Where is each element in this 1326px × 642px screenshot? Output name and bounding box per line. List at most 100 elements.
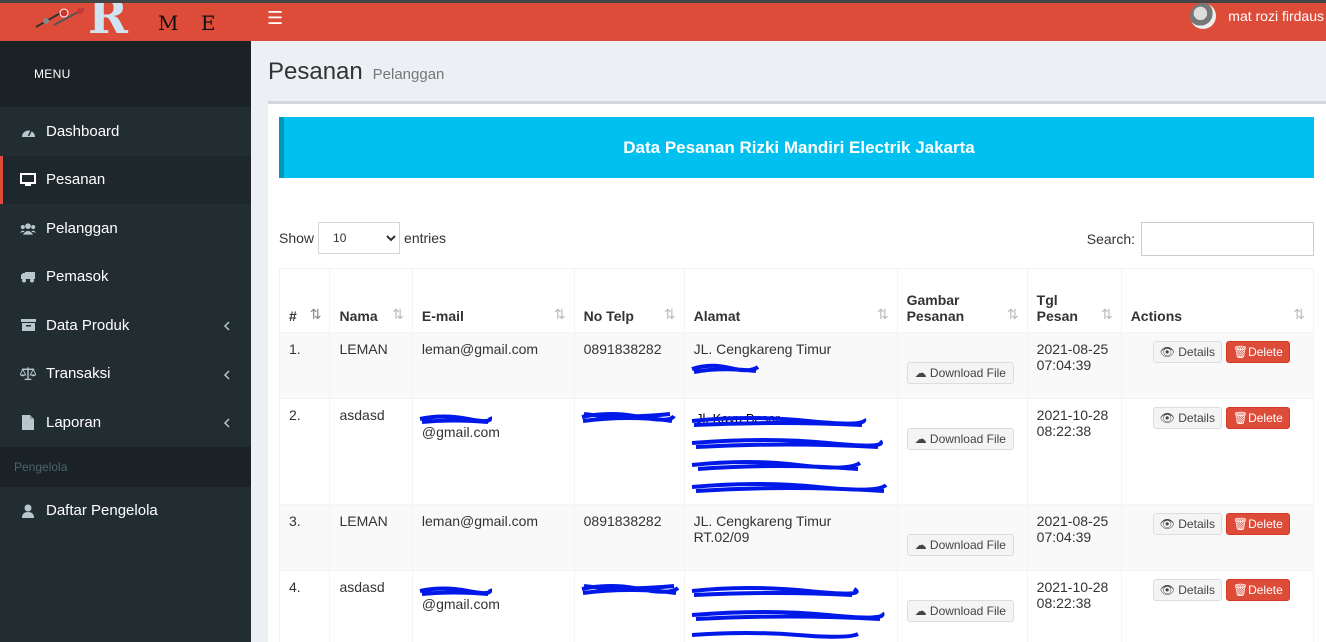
hamburger-icon[interactable]: ☰ bbox=[267, 8, 283, 29]
cell-email: leman@gmail.com bbox=[411, 504, 575, 571]
column-header-email[interactable]: E-mail ⇅ bbox=[411, 268, 575, 333]
column-label: Nama bbox=[339, 308, 378, 324]
column-header-gambar-pesanan[interactable]: Gambar Pesanan ⇅ bbox=[896, 268, 1028, 333]
cloud-download-icon: ☁ bbox=[914, 604, 927, 618]
download-file-button[interactable]: ☁ Download File bbox=[906, 600, 1014, 622]
sidebar-item-label: Pesanan bbox=[46, 171, 106, 189]
table-header-row: # ⇅ Nama ⇅ E-mail ⇅ No Telp ⇅ Alamat ⇅ Gambar… bbox=[278, 268, 1315, 333]
trash-icon: 🗑 bbox=[1232, 517, 1249, 531]
column-header-no[interactable]: # ⇅ bbox=[278, 268, 331, 333]
cell-no: 4. bbox=[278, 570, 331, 642]
cell-nama: asdasd bbox=[329, 398, 413, 505]
trash-icon: 🗑 bbox=[1232, 583, 1249, 597]
cell-actions: 👁 Details 🗑Delete bbox=[1120, 504, 1315, 571]
alamat-line: JL. Cengkareng Timur bbox=[693, 513, 832, 529]
cell-email: @gmail.com bbox=[411, 398, 575, 505]
column-header-tgl-pesan[interactable]: Tgl Pesan ⇅ bbox=[1026, 268, 1122, 333]
eye-icon: 👁 bbox=[1159, 411, 1175, 425]
cell-tgl: 2021-10-28 08:22:38 bbox=[1026, 570, 1122, 642]
sort-icon: ⇅ bbox=[876, 306, 889, 322]
cell-gambar: ☁ Download File bbox=[896, 504, 1028, 571]
sidebar-item-daftar-pengelola[interactable]: Daftar Pengelola bbox=[0, 487, 251, 536]
sidebar-item-data-produk[interactable]: Data Produk bbox=[0, 301, 251, 350]
eye-icon: 👁 bbox=[1159, 517, 1175, 531]
redacted-text bbox=[581, 407, 676, 423]
sidebar-item-pesanan[interactable]: Pesanan bbox=[0, 155, 251, 204]
cell-actions: 👁 Details 🗑Delete bbox=[1120, 332, 1315, 399]
sidebar-item-laporan[interactable]: Laporan bbox=[0, 398, 251, 447]
sort-icon: ⇅ bbox=[1006, 306, 1019, 322]
cell-telp: 0891838282 bbox=[573, 504, 685, 571]
cell-nama: asdasd bbox=[329, 570, 413, 642]
show-label: Show bbox=[279, 230, 315, 246]
cell-alamat bbox=[683, 570, 898, 642]
column-header-alamat[interactable]: Alamat ⇅ bbox=[683, 268, 898, 333]
chevron-left-icon bbox=[223, 318, 231, 335]
alamat-line: RT.02/09 bbox=[693, 529, 750, 545]
details-button[interactable]: 👁 Details bbox=[1152, 341, 1222, 363]
column-label: Alamat bbox=[693, 308, 741, 324]
delete-button[interactable]: 🗑Delete bbox=[1225, 341, 1290, 363]
logo-graphic-icon bbox=[35, 8, 85, 28]
archive-icon bbox=[20, 317, 36, 333]
delete-label: Delete bbox=[1248, 517, 1283, 531]
cell-telp bbox=[573, 570, 685, 642]
trash-icon: 🗑 bbox=[1232, 411, 1249, 425]
sidebar-item-label: Data Produk bbox=[46, 316, 130, 334]
cell-nama: LEMAN bbox=[329, 332, 413, 399]
sidebar-item-pemasok[interactable]: Pemasok bbox=[0, 253, 251, 302]
sidebar-item-pelanggan[interactable]: Pelanggan bbox=[0, 204, 251, 253]
search-input[interactable] bbox=[1141, 222, 1314, 256]
logo-suffix: M E bbox=[158, 11, 224, 35]
cell-gambar: ☁ Download File bbox=[896, 398, 1028, 505]
download-file-button[interactable]: ☁ Download File bbox=[906, 428, 1014, 450]
tgl-date: 2021-08-25 bbox=[1036, 513, 1109, 529]
details-button[interactable]: 👁 Details bbox=[1152, 513, 1222, 535]
cell-no: 3. bbox=[278, 504, 331, 571]
alamat-line: JL. Cengkareng Timur bbox=[693, 341, 832, 357]
cell-email: @gmail.com bbox=[411, 570, 575, 642]
user-menu[interactable]: mat rozi firdaus bbox=[1190, 3, 1324, 29]
column-label: Tgl Pesan bbox=[1036, 292, 1078, 324]
redacted-text bbox=[581, 579, 679, 595]
details-label: Details bbox=[1178, 411, 1215, 425]
column-label: Actions bbox=[1130, 308, 1183, 324]
column-header-actions[interactable]: Actions ⇅ bbox=[1120, 268, 1315, 333]
delete-button[interactable]: 🗑Delete bbox=[1225, 513, 1290, 535]
download-file-button[interactable]: ☁ Download File bbox=[906, 534, 1014, 556]
column-label: E-mail bbox=[421, 308, 464, 324]
cell-alamat: JL. Cengkareng Timur bbox=[683, 332, 898, 399]
sidebar-item-transaksi[interactable]: Transaksi bbox=[0, 350, 251, 399]
sidebar-item-dashboard[interactable]: Dashboard bbox=[0, 107, 251, 156]
redaction-scribble bbox=[419, 414, 492, 425]
delete-button[interactable]: 🗑Delete bbox=[1225, 407, 1290, 429]
entries-select[interactable]: 10 bbox=[318, 222, 401, 254]
page-subtitle: Pelanggan bbox=[372, 66, 445, 83]
cell-tgl: 2021-08-25 07:04:39 bbox=[1026, 504, 1122, 571]
download-file-button[interactable]: ☁ Download File bbox=[906, 362, 1014, 384]
banner: Data Pesanan Rizki Mandiri Electrik Jaka… bbox=[279, 117, 1314, 178]
sidebar-item-label: Laporan bbox=[46, 413, 102, 431]
top-navbar: ☰ mat rozi firdaus bbox=[251, 3, 1326, 41]
sidebar-item-label: Pemasok bbox=[46, 268, 109, 286]
cell-gambar: ☁ Download File bbox=[896, 570, 1028, 642]
user-name: mat rozi firdaus bbox=[1228, 8, 1324, 24]
table-row: 2. asdasd @gmail.com Jl. Kayu Besar ☁ Do… bbox=[278, 398, 1315, 505]
delete-button[interactable]: 🗑Delete bbox=[1225, 579, 1290, 601]
truck-icon bbox=[20, 269, 36, 285]
search-label: Search: bbox=[1086, 231, 1135, 247]
sidebar-item-label: Transaksi bbox=[46, 365, 111, 383]
sidebar-item-label: Pelanggan bbox=[46, 219, 118, 237]
app-logo[interactable]: R M E bbox=[0, 3, 251, 41]
cell-tgl: 2021-10-28 08:22:38 bbox=[1026, 398, 1122, 505]
details-button[interactable]: 👁 Details bbox=[1152, 579, 1222, 601]
cell-no: 1. bbox=[278, 332, 331, 399]
download-label: Download File bbox=[929, 432, 1006, 446]
sort-icon: ⇅ bbox=[553, 306, 566, 322]
details-button[interactable]: 👁 Details bbox=[1152, 407, 1222, 429]
desktop-icon bbox=[20, 172, 36, 188]
delete-label: Delete bbox=[1248, 583, 1283, 597]
column-header-nama[interactable]: Nama ⇅ bbox=[329, 268, 413, 333]
column-header-no-telp[interactable]: No Telp ⇅ bbox=[573, 268, 685, 333]
download-label: Download File bbox=[929, 366, 1006, 380]
